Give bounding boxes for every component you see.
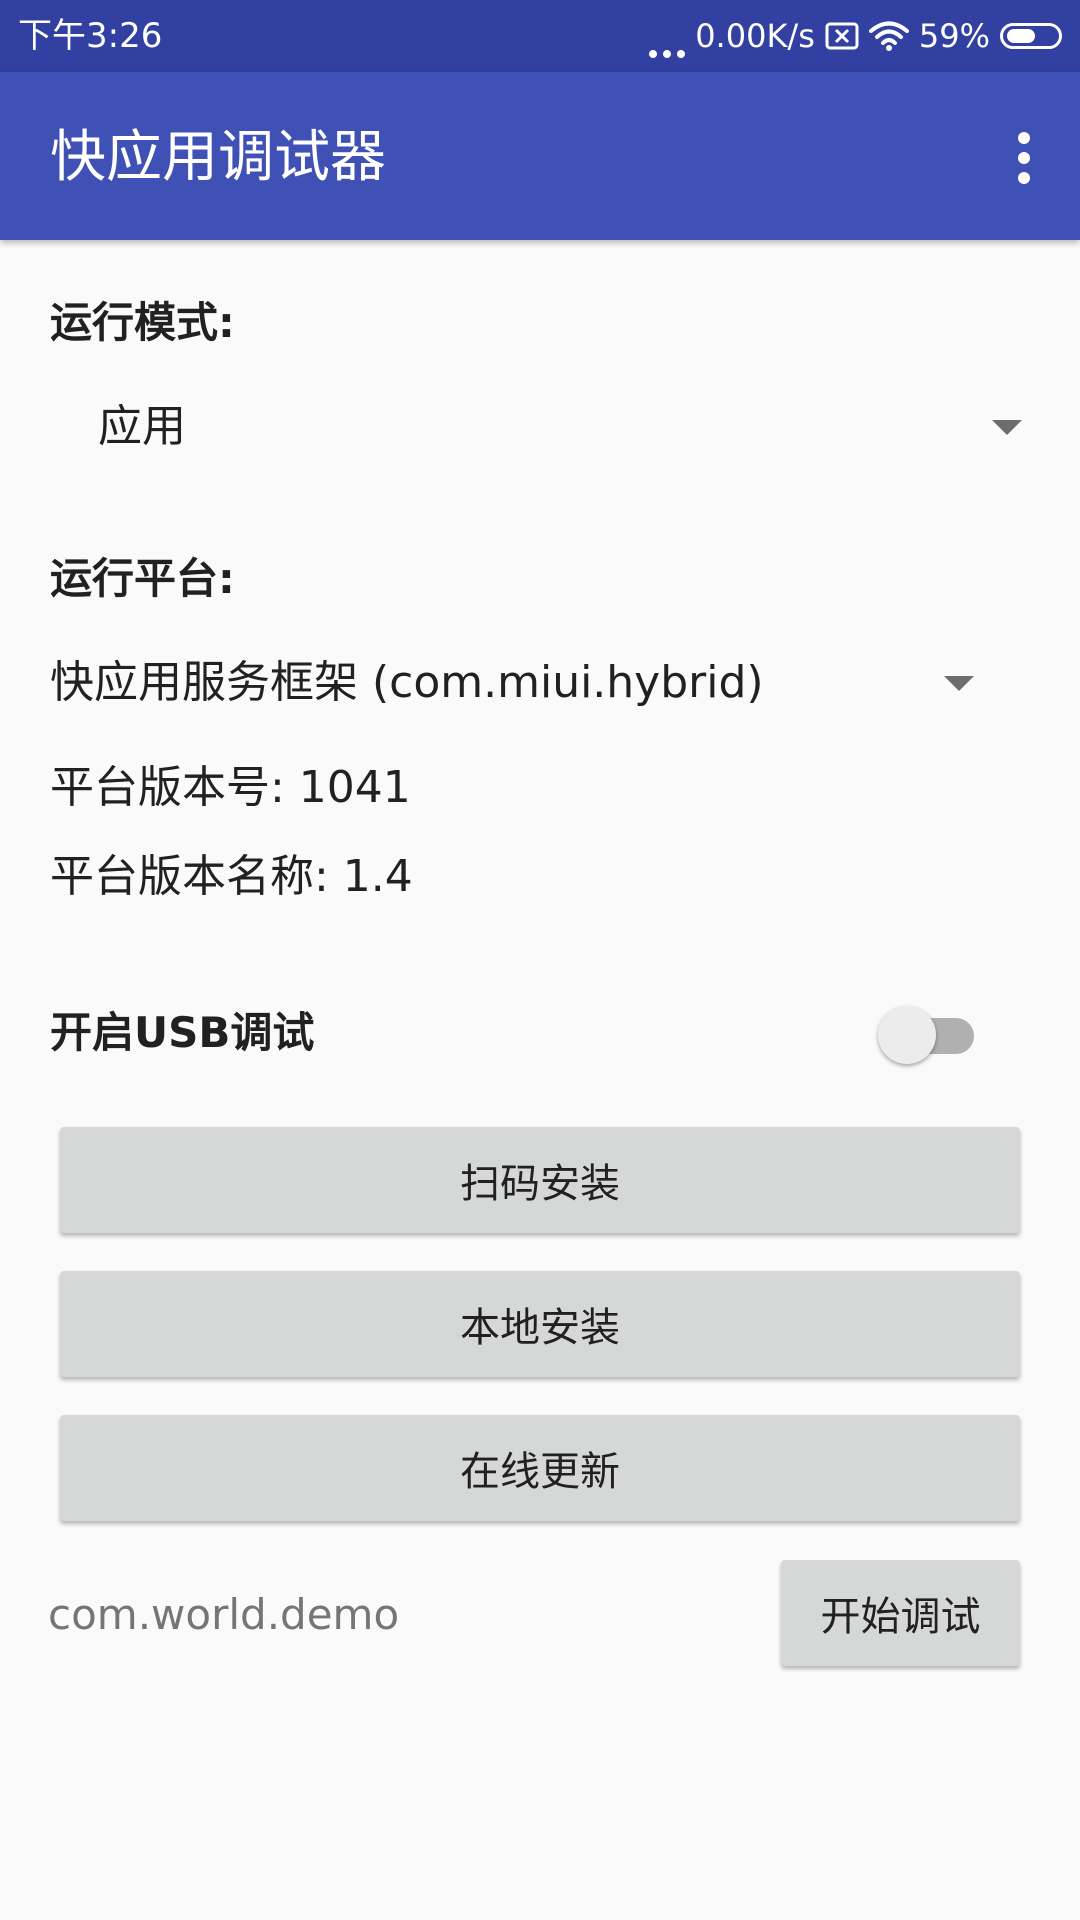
wifi-icon bbox=[868, 21, 909, 51]
usb-debug-label: 开启USB调试 bbox=[50, 1008, 315, 1057]
switch-thumb bbox=[878, 1006, 936, 1064]
battery-icon bbox=[1000, 23, 1062, 49]
app-bar: 快应用调试器 bbox=[0, 72, 1080, 240]
run-platform-value: 快应用服务框架 (com.miui.hybrid) bbox=[50, 657, 764, 708]
run-platform-spinner[interactable]: 快应用服务框架 (com.miui.hybrid) bbox=[50, 638, 980, 728]
more-dots-icon bbox=[649, 14, 686, 58]
battery-percent: 59% bbox=[918, 17, 990, 55]
start-debug-button[interactable]: 开始调试 bbox=[781, 1560, 1020, 1666]
platform-version-code: 平台版本号: 1041 bbox=[50, 762, 411, 813]
online-update-button[interactable]: 在线更新 bbox=[60, 1415, 1020, 1521]
dropdown-arrow-icon bbox=[944, 676, 974, 691]
overflow-menu-icon[interactable] bbox=[1004, 128, 1044, 188]
app-title: 快应用调试器 bbox=[50, 125, 386, 190]
package-name-field[interactable]: com.world.demo bbox=[48, 1585, 748, 1645]
run-platform-label: 运行平台: bbox=[50, 554, 235, 603]
scan-install-button[interactable]: 扫码安装 bbox=[60, 1127, 1020, 1233]
sim-x-icon bbox=[825, 22, 859, 50]
run-mode-value: 应用 bbox=[98, 401, 186, 452]
platform-version-name: 平台版本名称: 1.4 bbox=[50, 851, 413, 902]
network-speed: 0.00K/s bbox=[695, 17, 815, 55]
status-icons: 0.00K/s 59% bbox=[649, 14, 1062, 58]
usb-debug-switch[interactable] bbox=[878, 1003, 978, 1064]
local-install-button[interactable]: 本地安装 bbox=[60, 1271, 1020, 1377]
status-time: 下午3:26 bbox=[18, 16, 163, 56]
dropdown-arrow-icon bbox=[992, 420, 1022, 435]
run-mode-label: 运行模式: bbox=[50, 298, 235, 347]
run-mode-spinner[interactable]: 应用 bbox=[50, 382, 1030, 472]
status-bar: 下午3:26 0.00K/s 59% bbox=[0, 0, 1080, 72]
battery-fill bbox=[1007, 29, 1035, 43]
